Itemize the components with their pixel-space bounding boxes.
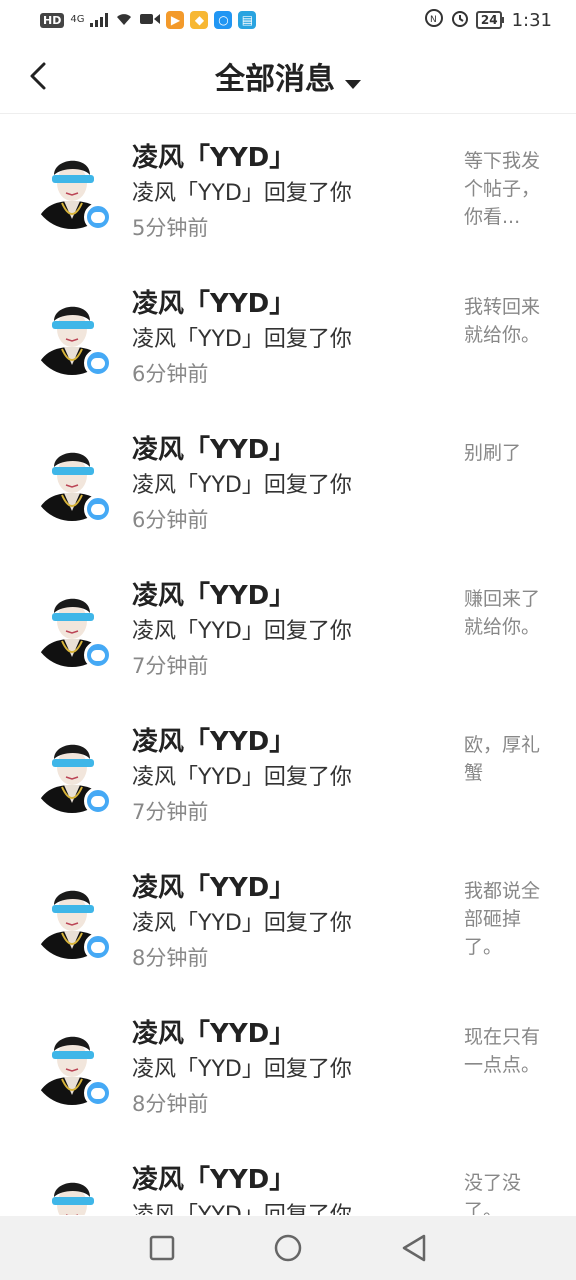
message-time: 5分钟前	[132, 216, 209, 240]
message-preview: 我都说全部砸掉了。	[464, 880, 541, 958]
hd-indicator: HD	[40, 12, 65, 28]
message-item[interactable]: 凌风「YYD」 凌风「YYD」回复了你 8分钟前 我都说全部砸掉了。	[0, 845, 576, 991]
message-item[interactable]: 凌风「YYD」 凌风「YYD」回复了你 6分钟前 别刷了	[0, 407, 576, 553]
status-left: HD 4G ▶ ◆ ○ ▤	[40, 10, 257, 31]
message-action: 凌风「YYD」回复了你	[132, 765, 352, 790]
navigation-bar	[0, 1216, 576, 1280]
page-title: 全部消息	[215, 62, 335, 97]
square-icon	[149, 1235, 175, 1261]
message-action: 凌风「YYD」回复了你	[132, 619, 352, 644]
sender-name: 凌风「YYD」	[132, 1165, 296, 1195]
message-item[interactable]: 凌风「YYD」 凌风「YYD」回复了你 7分钟前 欧，厚礼蟹	[0, 699, 576, 845]
data-saver-icon: N	[424, 8, 444, 33]
sender-name: 凌风「YYD」	[132, 873, 296, 903]
wifi-icon	[114, 10, 134, 31]
message-item[interactable]: 凌风「YYD」 凌风「YYD」回复了你 5分钟前 等下我发个帖子，你看...	[0, 115, 576, 261]
comment-badge-icon	[84, 203, 112, 231]
clock: 1:31	[511, 9, 552, 31]
message-preview: 我转回来就给你。	[464, 296, 541, 346]
triangle-back-icon	[402, 1234, 426, 1262]
avatar[interactable]	[32, 1167, 112, 1215]
message-item[interactable]: 凌风「YYD」 凌风「YYD」回复了你 8分钟前 现在只有一点点。	[0, 991, 576, 1137]
message-preview: 欧，厚礼蟹	[464, 734, 541, 784]
message-action: 凌风「YYD」回复了你	[132, 1197, 352, 1215]
comment-badge-icon	[84, 933, 112, 961]
comment-badge-icon	[84, 787, 112, 815]
signal-icon	[90, 13, 109, 27]
message-item[interactable]: 凌风「YYD」 凌风「YYD」回复了你 7分钟前 赚回来了就给你。	[0, 553, 576, 699]
message-action: 凌风「YYD」回复了你	[132, 327, 352, 352]
message-action: 凌风「YYD」回复了你	[132, 1057, 352, 1082]
title-dropdown[interactable]: 全部消息	[0, 54, 576, 98]
header: 全部消息	[0, 40, 576, 114]
book-app-icon: ▤	[238, 11, 257, 29]
message-time: 6分钟前	[132, 362, 209, 386]
home-button[interactable]	[270, 1230, 306, 1266]
message-preview: 没了没了。	[464, 1172, 522, 1215]
status-bar: HD 4G ▶ ◆ ○ ▤ N 24 1:31	[0, 0, 576, 40]
video-icon	[140, 10, 161, 31]
comment-badge-icon	[84, 495, 112, 523]
status-right: N 24 1:31	[424, 8, 552, 33]
comment-badge-icon	[84, 641, 112, 669]
sender-name: 凌风「YYD」	[132, 435, 296, 465]
app-notification-icon: ▶	[166, 11, 185, 29]
comment-badge-icon	[84, 349, 112, 377]
svg-text:N: N	[430, 15, 437, 25]
comment-badge-icon	[84, 1079, 112, 1107]
message-time: 7分钟前	[132, 800, 209, 824]
search-app-icon: ○	[214, 11, 233, 29]
message-time: 7分钟前	[132, 654, 209, 678]
message-preview: 等下我发个帖子，你看...	[464, 150, 541, 228]
sender-name: 凌风「YYD」	[132, 727, 296, 757]
message-preview: 现在只有一点点。	[464, 1026, 541, 1076]
sender-name: 凌风「YYD」	[132, 289, 296, 319]
message-action: 凌风「YYD」回复了你	[132, 911, 352, 936]
battery-icon: 24	[475, 11, 502, 29]
message-preview: 别刷了	[464, 442, 522, 464]
app-notification-icon: ◆	[190, 11, 209, 29]
message-time: 8分钟前	[132, 1092, 209, 1116]
back-nav-button[interactable]	[396, 1230, 432, 1266]
message-time: 8分钟前	[132, 946, 209, 970]
circle-icon	[274, 1234, 302, 1262]
network-type: 4G	[70, 14, 85, 25]
sender-name: 凌风「YYD」	[132, 1019, 296, 1049]
sender-name: 凌风「YYD」	[132, 143, 296, 173]
sender-name: 凌风「YYD」	[132, 581, 296, 611]
alarm-icon	[450, 8, 470, 33]
message-time: 6分钟前	[132, 508, 209, 532]
message-action: 凌风「YYD」回复了你	[132, 473, 352, 498]
message-preview: 赚回来了就给你。	[464, 588, 541, 638]
message-action: 凌风「YYD」回复了你	[132, 181, 352, 206]
recent-apps-button[interactable]	[144, 1230, 180, 1266]
message-item[interactable]: 凌风「YYD」 凌风「YYD」回复了你 没了没了。	[0, 1137, 576, 1215]
message-item[interactable]: 凌风「YYD」 凌风「YYD」回复了你 6分钟前 我转回来就给你。	[0, 261, 576, 407]
caret-down-icon	[345, 80, 361, 89]
message-list: 凌风「YYD」 凌风「YYD」回复了你 5分钟前 等下我发个帖子，你看... 凌…	[0, 115, 576, 1215]
